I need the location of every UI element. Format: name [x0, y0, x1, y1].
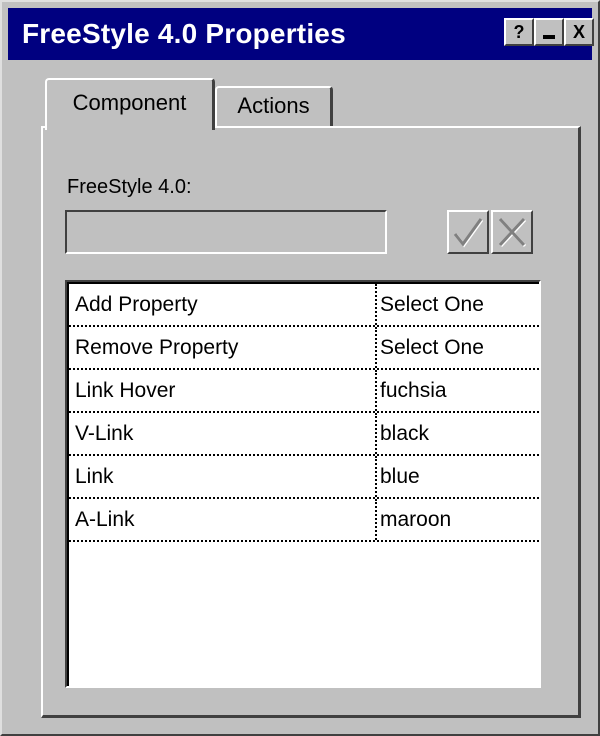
- minimize-button[interactable]: [534, 18, 564, 46]
- freestyle-field: [65, 210, 387, 254]
- property-name: Remove Property: [69, 327, 377, 368]
- tab-actions[interactable]: Actions: [215, 86, 333, 126]
- property-name: Add Property: [69, 284, 377, 325]
- property-value[interactable]: blue: [377, 456, 539, 497]
- property-value[interactable]: fuchsia: [377, 370, 539, 411]
- property-name: Link: [69, 456, 377, 497]
- accept-button[interactable]: [447, 210, 489, 254]
- window-title: FreeStyle 4.0 Properties: [22, 18, 346, 49]
- property-value[interactable]: Select One: [377, 327, 539, 368]
- x-mark-icon: [498, 217, 527, 248]
- title-bar[interactable]: FreeStyle 4.0 Properties ? X: [8, 8, 594, 60]
- properties-dialog: FreeStyle 4.0 Properties ? X Component A…: [0, 0, 600, 736]
- close-button[interactable]: X: [564, 18, 594, 46]
- table-row[interactable]: Add Property Select One: [69, 284, 539, 327]
- table-row[interactable]: Link blue: [69, 456, 539, 499]
- tab-panel-component: FreeStyle 4.0: Add Property Select One R…: [41, 126, 581, 718]
- property-value[interactable]: black: [377, 413, 539, 454]
- tab-component[interactable]: Component: [45, 78, 215, 130]
- property-name: V-Link: [69, 413, 377, 454]
- property-value[interactable]: Select One: [377, 284, 539, 325]
- table-row[interactable]: Link Hover fuchsia: [69, 370, 539, 413]
- checkmark-icon: [453, 218, 483, 248]
- property-list[interactable]: Add Property Select One Remove Property …: [65, 280, 541, 688]
- freestyle-input[interactable]: [67, 212, 385, 252]
- property-grid: Add Property Select One Remove Property …: [67, 282, 539, 686]
- table-row[interactable]: Remove Property Select One: [69, 327, 539, 370]
- table-row[interactable]: V-Link black: [69, 413, 539, 456]
- property-name: Link Hover: [69, 370, 377, 411]
- freestyle-field-label: FreeStyle 4.0:: [67, 176, 192, 198]
- minimize-icon: [543, 35, 555, 39]
- help-button[interactable]: ?: [504, 18, 534, 46]
- property-name: A-Link: [69, 499, 377, 540]
- table-row[interactable]: A-Link maroon: [69, 499, 539, 542]
- cancel-button[interactable]: [491, 210, 533, 254]
- property-value[interactable]: maroon: [377, 499, 539, 540]
